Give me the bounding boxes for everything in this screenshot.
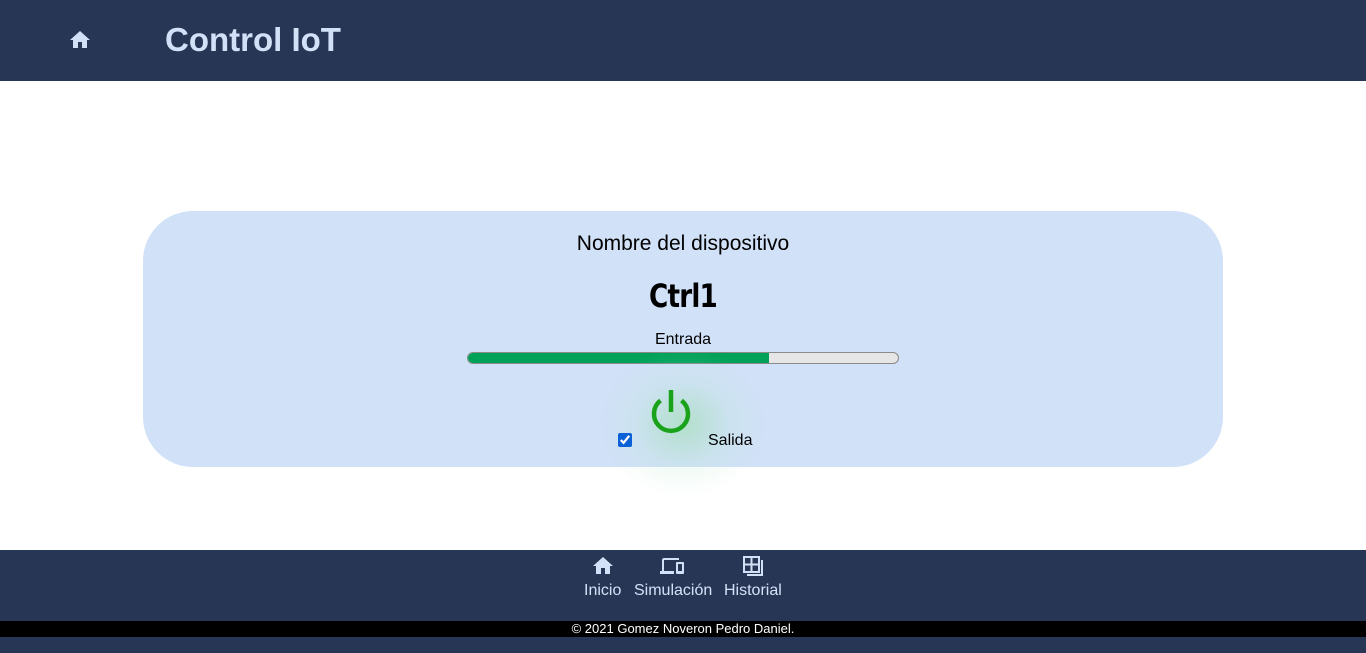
copyright-text: © 2021 Gomez Noveron Pedro Daniel. (0, 621, 1366, 637)
app-title: Control IoT (165, 21, 341, 58)
bottom-navigation: Inicio Simulación Historial (0, 550, 1366, 621)
power-icon[interactable] (646, 388, 696, 438)
nav-item-historial[interactable]: Historial (724, 554, 782, 600)
dashboard-icon (742, 556, 763, 576)
top-app-bar: Control IoT (0, 0, 1366, 81)
home-icon (592, 557, 613, 574)
device-name: Ctrl1 (649, 277, 718, 315)
nav-label-historial: Historial (724, 582, 782, 599)
bottom-strip (0, 637, 1366, 653)
home-icon[interactable] (68, 28, 92, 52)
devices-icon (660, 558, 685, 574)
device-card: Nombre del dispositivo Ctrl1 Entrada Sal… (143, 211, 1223, 499)
nav-item-simulacion[interactable]: Simulación (634, 554, 712, 600)
device-name-label: Nombre del dispositivo (576, 232, 790, 255)
nav-label-simulacion: Simulación (634, 582, 713, 599)
input-label: Entrada (654, 331, 712, 348)
nav-label-inicio: Inicio (584, 582, 622, 599)
output-checkbox[interactable] (618, 433, 632, 447)
output-label: Salida (708, 432, 753, 449)
nav-item-inicio[interactable]: Inicio (584, 554, 621, 600)
